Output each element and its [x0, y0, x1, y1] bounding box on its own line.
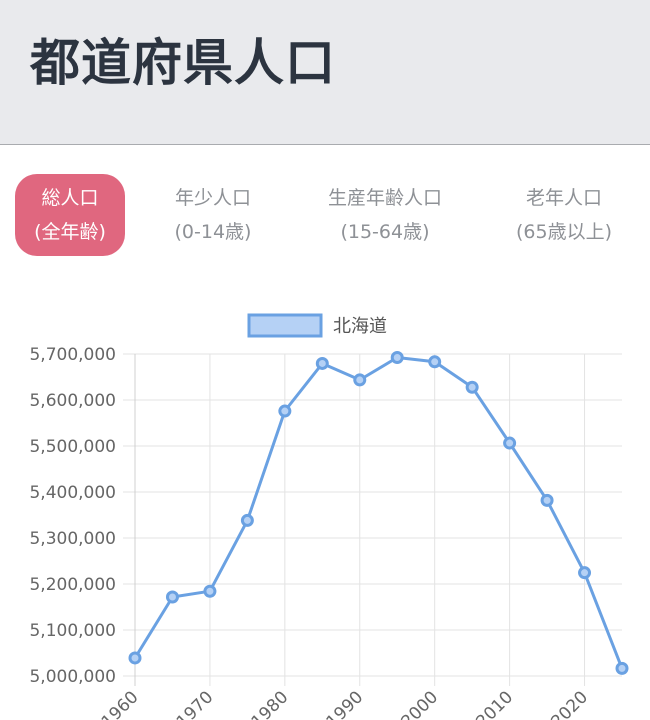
chart-grid: [123, 353, 622, 686]
tab-sublabel: (65歳以上): [515, 221, 612, 243]
tab-label: 生産年齢人口: [327, 187, 442, 209]
app-header: 都道府県人口: [0, 0, 650, 145]
y-tick-label: 5,700,000: [29, 345, 116, 365]
x-tick-label: 2010: [472, 687, 517, 720]
series-hokkaido: [128, 351, 629, 675]
data-point: [278, 404, 292, 418]
data-point: [390, 351, 404, 365]
tab-total-population[interactable]: 総人口 (全年齢): [15, 174, 125, 256]
y-tick-label: 5,500,000: [29, 437, 116, 457]
data-point: [353, 373, 367, 387]
page-title: 都道府県人口: [30, 34, 336, 92]
tab-youth-population[interactable]: 年少人口 (0-14歳): [158, 174, 268, 256]
y-tick-label: 5,300,000: [29, 529, 116, 549]
series-line: [133, 356, 624, 669]
data-point: [615, 661, 629, 675]
population-line-chart: 北海道 5,700,000 5,600,000 5,500,000 5,400,000…: [29, 313, 629, 720]
data-point: [578, 566, 592, 580]
tab-sublabel: (15-64歳): [340, 221, 430, 243]
tab-sublabel: (0-14歳): [174, 221, 252, 243]
data-point: [540, 493, 554, 507]
x-tick-label: 1980: [248, 687, 293, 720]
y-tick-label: 5,200,000: [29, 575, 116, 595]
data-point: [128, 651, 142, 665]
y-tick-label: 5,100,000: [29, 621, 116, 641]
y-axis-ticks: 5,700,000 5,600,000 5,500,000 5,400,000 5,30…: [29, 345, 116, 687]
data-point: [465, 380, 479, 394]
x-tick-label: 1990: [323, 687, 368, 720]
age-group-tabs: 総人口 (全年齢) 年少人口 (0-14歳) 生産年齢人口 (15-64歳) 老…: [0, 174, 650, 256]
tab-label: 老年人口: [525, 187, 602, 209]
data-point: [240, 513, 254, 527]
y-tick-label: 5,400,000: [29, 483, 116, 503]
x-tick-label: 1960: [98, 687, 143, 720]
chart-legend[interactable]: 北海道: [247, 313, 387, 338]
tab-sublabel: (全年齢): [34, 221, 106, 243]
tab-working-age-population[interactable]: 生産年齢人口 (15-64歳): [305, 174, 465, 256]
data-point: [503, 436, 517, 450]
tab-elderly-population[interactable]: 老年人口 (65歳以上): [500, 174, 628, 256]
x-tick-label: 2000: [397, 687, 442, 720]
legend-swatch-hokkaido: [247, 313, 323, 338]
y-tick-label: 5,600,000: [29, 391, 116, 411]
y-tick-label: 5,000,000: [29, 667, 116, 687]
data-point: [315, 356, 329, 370]
tab-label: 総人口: [41, 187, 99, 209]
tab-label: 年少人口: [174, 187, 251, 209]
data-point: [428, 355, 442, 369]
x-axis-ticks: 1960 1970 1980 1990 2000 2010 2020: [98, 687, 592, 720]
legend-label-hokkaido: 北海道: [333, 316, 387, 337]
x-tick-label: 1970: [173, 687, 218, 720]
data-point: [203, 584, 217, 598]
data-point: [165, 590, 179, 604]
x-tick-label: 2020: [547, 687, 592, 720]
